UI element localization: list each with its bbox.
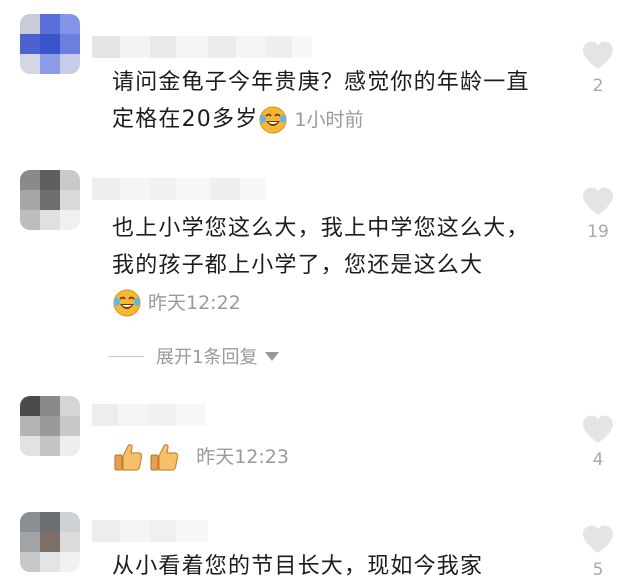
caret-down-icon [265, 351, 280, 361]
username[interactable] [92, 36, 312, 58]
avatar[interactable] [20, 170, 80, 230]
avatar[interactable] [20, 512, 80, 572]
laughing-tears-emoji-icon [113, 289, 141, 317]
comment-body: 从小看着您的节目长大，现如今我家 [112, 554, 484, 579]
like-count: 5 [592, 560, 604, 580]
like-button[interactable]: 2 [578, 40, 618, 96]
avatar[interactable] [20, 396, 80, 456]
comment-text: 也上小学您这么大，我上中学您这么大，我的孩子都上小学了，您还是这么大昨天12:2… [112, 210, 544, 322]
avatar[interactable] [20, 14, 80, 74]
thumbs-up-emoji-icon [150, 444, 179, 471]
heart-icon [583, 415, 613, 443]
like-button[interactable]: 19 [578, 186, 618, 242]
emoji-group [112, 441, 180, 473]
like-count: 2 [592, 76, 604, 96]
laughing-tears-emoji-icon [259, 106, 287, 134]
heart-icon [583, 525, 613, 553]
like-button[interactable]: 4 [578, 414, 618, 470]
comment-time: 昨天12:22 [148, 291, 241, 314]
comment-text: 从小看着您的节目长大，现如今我家 [112, 548, 542, 585]
thumbs-up-emoji-icon [114, 444, 143, 471]
expand-replies-label: 展开1条回复 [156, 347, 258, 368]
username[interactable] [92, 404, 206, 426]
heart-icon [583, 41, 613, 69]
comment-time: 1小时前 [294, 108, 364, 131]
username[interactable] [92, 520, 208, 542]
like-button[interactable]: 5 [578, 524, 618, 580]
comment-body: 也上小学您这么大，我上中学您这么大，我的孩子都上小学了，您还是这么大 [112, 216, 530, 278]
username[interactable] [92, 178, 266, 200]
comment-text: 请问金龟子今年贵庚？感觉你的年龄一直定格在20多岁 1小时前 [112, 64, 542, 139]
divider-line [108, 355, 144, 357]
like-count: 4 [592, 450, 604, 470]
like-count: 19 [587, 222, 609, 242]
heart-icon [583, 187, 613, 215]
comment-text: 昨天12:23 [112, 438, 542, 476]
expand-replies-button[interactable]: 展开1条回复 [108, 343, 280, 369]
comment-time: 昨天12:23 [196, 445, 289, 468]
